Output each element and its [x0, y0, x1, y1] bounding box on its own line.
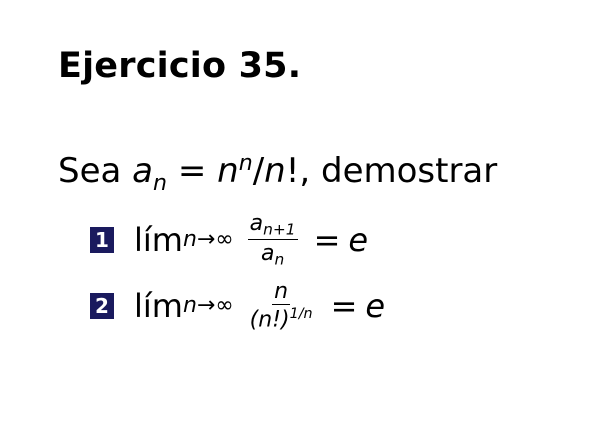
fraction-numerator: an+1 [247, 211, 298, 240]
numerator-subscript: n+1 [263, 220, 296, 239]
numerator-base: a [249, 211, 264, 236]
intro-equals: = [167, 151, 218, 192]
intro-a-sub: n [153, 169, 168, 196]
fraction-denominator: (n!)1/n [248, 305, 315, 332]
limit-subscript: n→∞ [182, 227, 234, 253]
slide-title: Ejercicio 35. [58, 46, 302, 86]
intro-suffix: , demostrar [299, 151, 498, 192]
intro-bang: ! [285, 151, 300, 192]
limit-operator: lím [134, 286, 183, 325]
intro-slash: / [252, 151, 265, 192]
denominator-base: a [261, 240, 275, 266]
equals-sign: = [313, 220, 341, 259]
denominator-subscript: n [274, 250, 285, 269]
intro-n1: n [217, 151, 239, 192]
exercise-item-2: 2 lím n→∞ n (n!)1/n = e [90, 280, 385, 332]
intro-n1-sup: n [238, 150, 253, 176]
slide: Ejercicio 35. Sea an = nn/n!, demostrar … [0, 0, 616, 448]
denominator-superscript: 1/n [289, 306, 313, 323]
rhs-value: e [348, 220, 369, 259]
intro-line: Sea an = nn/n!, demostrar [58, 150, 497, 196]
equals-sign: = [330, 286, 358, 325]
intro-n2: n [264, 151, 286, 192]
fraction: n (n!)1/n [248, 280, 315, 332]
intro-prefix: Sea [58, 151, 133, 192]
fraction-denominator: an [259, 240, 286, 268]
fraction: an+1 an [247, 211, 298, 268]
fraction-numerator: n [272, 279, 291, 306]
limit-subscript: n→∞ [182, 293, 234, 319]
exercise-item-1: 1 lím n→∞ an+1 an = e [90, 212, 368, 268]
rhs-value: e [365, 286, 386, 325]
limit-operator: lím [134, 220, 183, 259]
denominator-base: (n!) [249, 307, 290, 333]
intro-a: a [132, 151, 153, 192]
item-number-badge: 1 [90, 226, 114, 253]
item-number-badge: 2 [90, 292, 114, 319]
